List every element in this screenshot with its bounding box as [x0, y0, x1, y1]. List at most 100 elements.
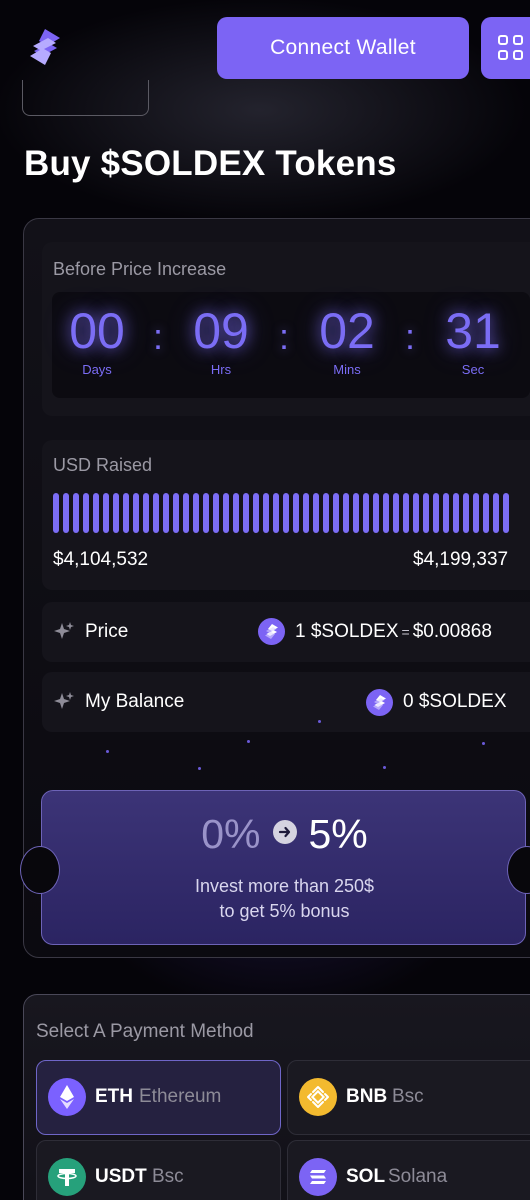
- timer-mins-label: Mins: [333, 362, 361, 377]
- progress-segment: [363, 493, 369, 533]
- progress-segment: [113, 493, 119, 533]
- price-equals: =: [401, 624, 410, 640]
- raised-label: USD Raised: [53, 455, 153, 475]
- timer-days-value: 00: [69, 303, 125, 359]
- soldex-logo-icon[interactable]: [24, 26, 66, 68]
- price-label: Price: [85, 621, 129, 642]
- progress-segment: [323, 493, 329, 533]
- balance-label: My Balance: [85, 691, 185, 712]
- progress-segment: [183, 493, 189, 533]
- payment-option-usdt[interactable]: USDT Bsc: [36, 1140, 281, 1200]
- sparkle-icon: [53, 621, 75, 643]
- countdown-timer: 00 Days : 09 Hrs : 02 Mins : 31 Sec: [52, 292, 530, 398]
- payment-option-bnb[interactable]: BNB Bsc: [287, 1060, 530, 1135]
- timer-secs-value: 31: [445, 303, 501, 359]
- progress-segment: [433, 493, 439, 533]
- progress-segment: [133, 493, 139, 533]
- timer-hours: 09 Hrs: [176, 302, 266, 377]
- payment-option-eth[interactable]: ETH Ethereum: [36, 1060, 281, 1135]
- progress-segment: [443, 493, 449, 533]
- timer-secs-label: Sec: [461, 362, 485, 377]
- particle-dot: [318, 720, 321, 723]
- particle-dot: [482, 742, 485, 745]
- payment-option-sol[interactable]: SOL Solana: [287, 1140, 530, 1200]
- bonus-from: 0%: [201, 811, 261, 857]
- progress-segment: [493, 493, 499, 533]
- payment-network: Solana: [388, 1166, 448, 1187]
- progress-segment: [403, 493, 409, 533]
- progress-segment: [333, 493, 339, 533]
- tether-icon: [48, 1158, 86, 1196]
- payment-code: SOL: [346, 1166, 386, 1187]
- progress-segment: [423, 493, 429, 533]
- timer-hours-label: Hrs: [210, 362, 232, 377]
- progress-segment: [473, 493, 479, 533]
- payment-title: Select A Payment Method: [36, 1021, 254, 1042]
- progress-segment: [413, 493, 419, 533]
- progress-segment: [463, 493, 469, 533]
- bonus-desc-line2: to get 5% bonus: [219, 901, 350, 921]
- timer-hours-value: 09: [193, 303, 249, 359]
- sparkle-icon: [53, 691, 75, 713]
- progress-segment: [253, 493, 259, 533]
- progress-segment: [383, 493, 389, 533]
- raised-goal-value: $4,199,337: [413, 549, 509, 570]
- progress-segment: [453, 493, 459, 533]
- timer-days-label: Days: [82, 362, 112, 377]
- timer-mins: 02 Mins: [302, 302, 392, 377]
- progress-segment: [153, 493, 159, 533]
- progress-segment: [173, 493, 179, 533]
- progress-segment: [263, 493, 269, 533]
- progress-segment: [123, 493, 129, 533]
- progress-segment: [313, 493, 319, 533]
- progress-segment: [103, 493, 109, 533]
- particle-dot: [383, 766, 386, 769]
- progress-segment: [343, 493, 349, 533]
- grid-menu-icon: [498, 35, 524, 61]
- connect-wallet-button[interactable]: Connect Wallet: [217, 17, 469, 79]
- bonus-desc-line1: Invest more than 250$: [194, 876, 375, 896]
- progress-segment: [273, 493, 279, 533]
- bonus-ticket: 0% 5% Invest more than 250$ to get 5% bon…: [20, 790, 530, 945]
- raised-current-value: $4,104,532: [53, 549, 149, 570]
- progress-segment: [203, 493, 209, 533]
- menu-button[interactable]: [481, 17, 530, 79]
- timer-days: 00 Days: [52, 302, 142, 377]
- payment-network: Bsc: [392, 1086, 424, 1107]
- page-title: Buy $SOLDEX Tokens: [24, 144, 397, 183]
- arrow-right-icon: [272, 820, 297, 845]
- payment-code: BNB: [346, 1086, 388, 1107]
- timer-separator: :: [153, 316, 164, 357]
- price-usd: $0.00868: [412, 621, 492, 642]
- progress-segment: [53, 493, 59, 533]
- progress-segment: [223, 493, 229, 533]
- timer-separator: :: [405, 316, 416, 357]
- progress-segment: [503, 493, 509, 533]
- payment-code: ETH: [95, 1086, 133, 1107]
- progress-segment: [393, 493, 399, 533]
- ethereum-icon: [48, 1078, 86, 1116]
- progress-segment: [243, 493, 249, 533]
- progress-segment: [63, 493, 69, 533]
- soldex-coin-icon: [366, 689, 393, 716]
- progress-segment: [163, 493, 169, 533]
- bonus-to: 5%: [308, 811, 368, 857]
- timer-secs: 31 Sec: [428, 302, 518, 377]
- progress-segment: [83, 493, 89, 533]
- price-amount: 1 $SOLDEX: [295, 621, 399, 642]
- soldex-coin-icon: [258, 618, 285, 645]
- bnb-icon: [299, 1078, 337, 1116]
- payment-code: USDT: [95, 1166, 147, 1187]
- solana-icon: [299, 1158, 337, 1196]
- progress-segment: [73, 493, 79, 533]
- progress-segment: [213, 493, 219, 533]
- bonus-rates: 0% 5%: [42, 811, 527, 858]
- progress-segment: [483, 493, 489, 533]
- progress-segment: [293, 493, 299, 533]
- progress-segment: [193, 493, 199, 533]
- timer-separator: :: [279, 316, 290, 357]
- particle-dot: [247, 740, 250, 743]
- balance-value: 0 $SOLDEX: [403, 691, 507, 712]
- particle-dot: [106, 750, 109, 753]
- collapsed-panel-edge: [22, 80, 149, 116]
